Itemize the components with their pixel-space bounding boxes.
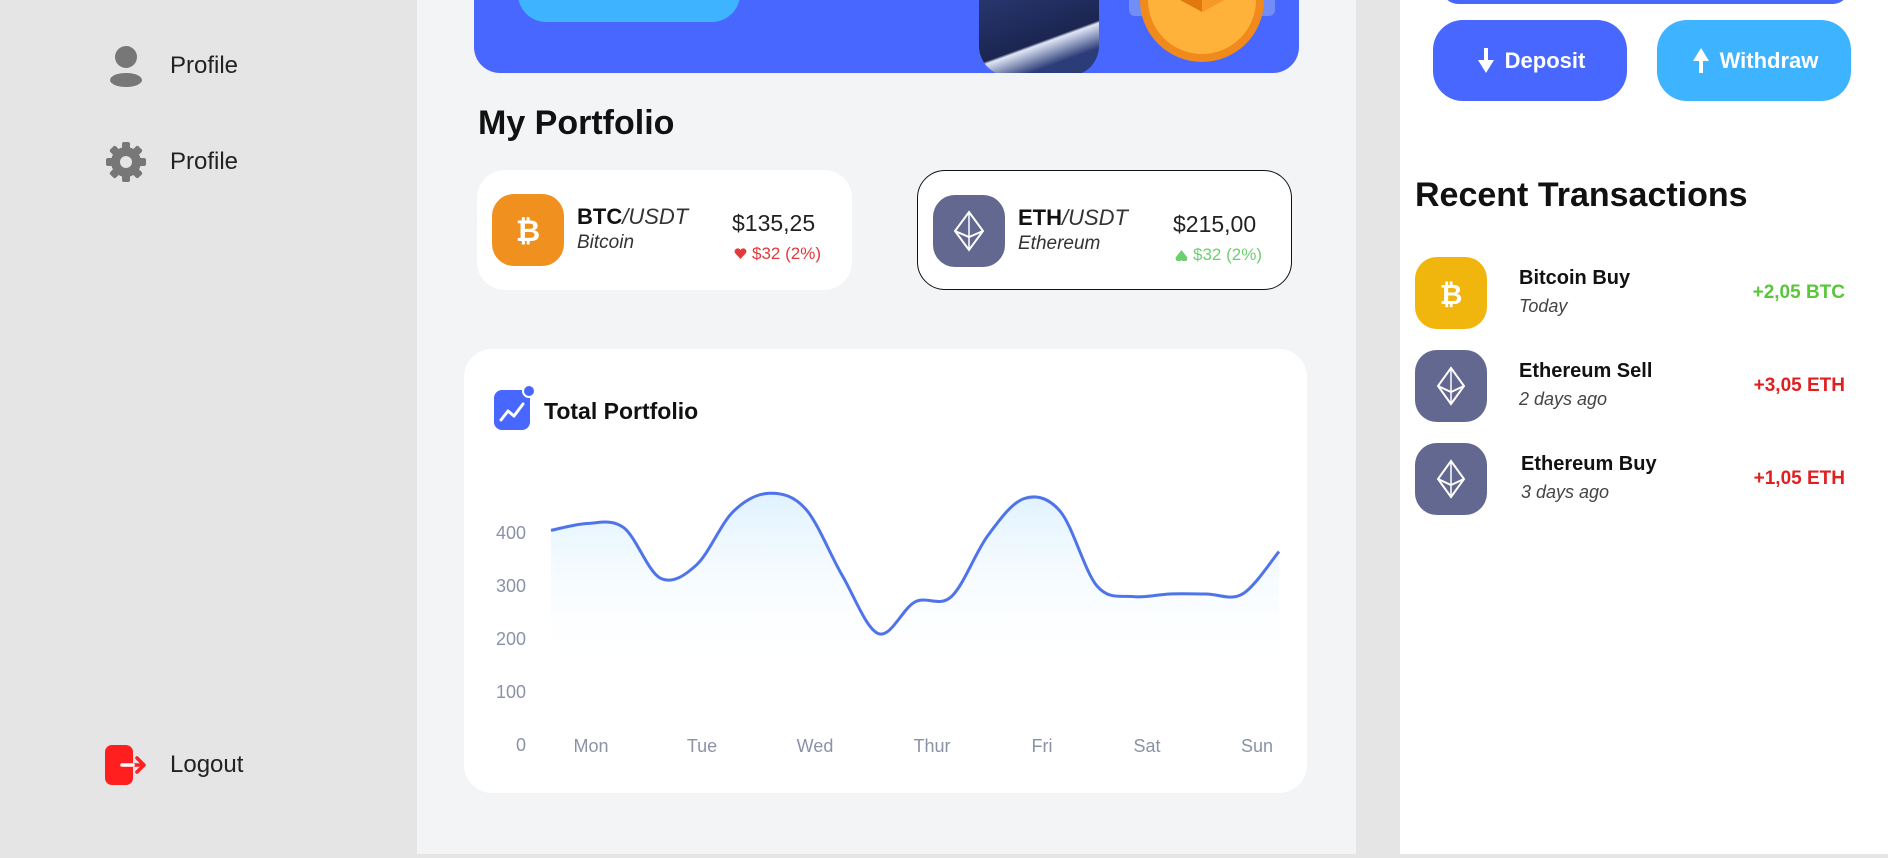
deposit-icon: [1477, 47, 1494, 73]
logout-button[interactable]: Logout: [104, 743, 243, 787]
gear-icon: [104, 140, 148, 184]
coin-name: Bitcoin: [577, 232, 635, 253]
x-tick-label: Sun: [1241, 736, 1273, 756]
transaction-item[interactable]: ₿ Bitcoin Buy Today +2,05 BTC: [1415, 257, 1845, 329]
portfolio-area-chart: 0 100 200 300 400 Mon Tue Wed Thur Fri Sat Sun: [496, 491, 1281, 756]
price-change: $32 (2%): [1175, 245, 1262, 265]
transaction-item[interactable]: Ethereum Buy 3 days ago +1,05 ETH: [1415, 443, 1845, 515]
transaction-date: Today: [1519, 296, 1568, 316]
portfolio-title: My Portfolio: [478, 104, 675, 142]
right-panel: Deposit Withdraw Recent Transactions ₿ B…: [1400, 0, 1888, 854]
price-change: $32 (2%): [734, 244, 821, 264]
x-tick-label: Tue: [687, 736, 717, 756]
trading-pair: ETH/USDT: [1018, 205, 1128, 230]
trading-pair: BTC/USDT: [577, 204, 689, 229]
coin-price: $215,00: [1173, 211, 1257, 237]
transaction-name: Bitcoin Buy: [1519, 267, 1631, 289]
x-tick-label: Mon: [573, 736, 608, 756]
logout-icon: [104, 743, 148, 787]
svg-text:₿: ₿: [516, 214, 540, 249]
transaction-name: Ethereum Buy: [1521, 453, 1657, 475]
banner-button[interactable]: [518, 0, 740, 22]
y-tick-label: 100: [496, 682, 526, 702]
transaction-amount: +1,05 ETH: [1753, 468, 1845, 489]
sidebar-item-profile[interactable]: Profile: [104, 44, 238, 88]
sidebar-item-settings[interactable]: Profile: [104, 140, 238, 184]
ethereum-coin-illustration: [1129, 0, 1275, 62]
heart-down-icon: [734, 248, 747, 259]
portfolio-card-btc[interactable]: ₿ BTC/USDT Bitcoin $135,25 $32 (2%): [477, 170, 852, 290]
arrow-up-icon: [1175, 250, 1188, 261]
ethereum-icon: [933, 195, 1005, 267]
svg-text:₿: ₿: [1440, 278, 1463, 311]
withdraw-button[interactable]: Withdraw: [1657, 20, 1851, 101]
portfolio-card-eth[interactable]: ETH/USDT Ethereum $215,00 $32 (2%): [917, 170, 1292, 290]
x-tick-label: Wed: [797, 736, 834, 756]
banner-illustration: [979, 0, 1099, 73]
y-tick-label: 400: [496, 523, 526, 543]
y-tick-label: 0: [516, 735, 526, 755]
main-content: My Portfolio ₿ BTC/USDT Bitcoin $135,25 …: [417, 0, 1356, 854]
x-tick-label: Fri: [1032, 736, 1053, 756]
coin-name: Ethereum: [1018, 233, 1101, 254]
deposit-button[interactable]: Deposit: [1433, 20, 1627, 101]
ethereum-icon: [1415, 350, 1487, 422]
balance-bar: [1442, 0, 1849, 4]
total-portfolio-chart-card: Total Portfolio 0 100 200 300 400 Mon Tue Wed Th…: [464, 349, 1307, 793]
bitcoin-icon: ₿: [492, 194, 564, 266]
logout-label: Logout: [170, 751, 244, 778]
transaction-amount: +3,05 ETH: [1753, 375, 1845, 396]
transaction-amount: +2,05 BTC: [1752, 282, 1845, 303]
promo-banner: [474, 0, 1299, 73]
transaction-date: 2 days ago: [1519, 389, 1608, 409]
transaction-item[interactable]: Ethereum Sell 2 days ago +3,05 ETH: [1415, 350, 1845, 422]
transaction-date: 3 days ago: [1521, 482, 1610, 502]
coin-price: $135,25: [732, 210, 816, 236]
withdraw-icon: [1692, 47, 1709, 73]
sidebar-item-label: Profile: [170, 52, 239, 79]
x-tick-label: Sat: [1133, 736, 1160, 756]
sidebar: Profile Profile Logout: [0, 0, 417, 858]
bitcoin-icon: ₿: [1415, 257, 1487, 329]
x-tick-label: Thur: [913, 736, 950, 756]
transaction-name: Ethereum Sell: [1519, 360, 1653, 382]
sidebar-item-label: Profile: [170, 148, 239, 175]
y-tick-label: 300: [496, 576, 526, 596]
recent-transactions-title: Recent Transactions: [1415, 176, 1748, 214]
series-area: [551, 493, 1279, 675]
user-icon: [104, 44, 148, 88]
ethereum-icon: [1415, 443, 1487, 515]
y-tick-label: 200: [496, 629, 526, 649]
